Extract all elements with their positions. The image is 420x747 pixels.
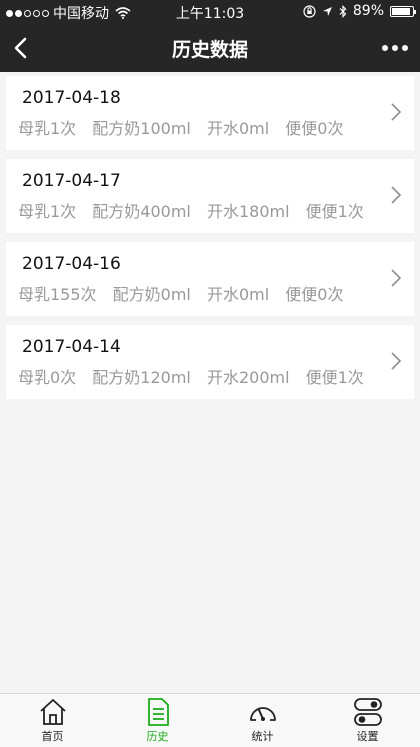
breast-milk-count: 母乳0次 bbox=[18, 368, 77, 387]
document-icon bbox=[147, 698, 169, 726]
breast-milk-count: 母乳1次 bbox=[18, 119, 77, 138]
tab-label: 首页 bbox=[41, 730, 64, 743]
stool-count: 便便0次 bbox=[285, 285, 344, 304]
water-amount: 开水200ml bbox=[206, 368, 290, 387]
tab-settings[interactable]: 设置 bbox=[315, 694, 420, 747]
stool-count: 便便1次 bbox=[305, 202, 364, 221]
record-date: 2017-04-17 bbox=[22, 171, 121, 191]
history-record[interactable]: 2017-04-16 母乳155次 配方奶0ml 开水0ml 便便0次 bbox=[6, 242, 414, 316]
chevron-right-icon bbox=[391, 186, 402, 204]
tab-bar: 首页 历史 统计 设置 bbox=[0, 693, 420, 747]
record-stats: 母乳0次 配方奶120ml 开水200ml 便便1次 bbox=[18, 364, 375, 388]
location-icon bbox=[322, 6, 332, 16]
breast-milk-count: 母乳1次 bbox=[18, 202, 77, 221]
water-amount: 开水180ml bbox=[206, 202, 290, 221]
history-record[interactable]: 2017-04-17 母乳1次 配方奶400ml 开水180ml 便便1次 bbox=[6, 159, 414, 233]
record-date: 2017-04-16 bbox=[22, 254, 121, 274]
home-icon bbox=[39, 699, 66, 725]
water-amount: 开水0ml bbox=[206, 285, 270, 304]
rotation-lock-icon bbox=[303, 4, 316, 18]
record-stats: 母乳1次 配方奶100ml 开水0ml 便便0次 bbox=[18, 115, 354, 139]
chevron-right-icon bbox=[391, 352, 402, 370]
record-date: 2017-04-18 bbox=[22, 88, 121, 108]
battery-percent: 89% bbox=[352, 3, 384, 19]
tab-stats[interactable]: 统计 bbox=[210, 694, 315, 747]
status-bar: 中国移动 上午11:03 89% bbox=[0, 0, 420, 24]
stool-count: 便便1次 bbox=[305, 368, 364, 387]
bluetooth-icon bbox=[339, 4, 347, 18]
tab-label: 设置 bbox=[356, 730, 379, 743]
tab-home[interactable]: 首页 bbox=[0, 694, 105, 747]
status-right: 89% bbox=[303, 3, 416, 19]
formula-amount: 配方奶400ml bbox=[92, 202, 191, 221]
formula-amount: 配方奶0ml bbox=[112, 285, 191, 304]
chevron-right-icon bbox=[391, 103, 402, 121]
nav-bar: 历史数据 bbox=[0, 24, 420, 72]
more-icon[interactable] bbox=[380, 38, 410, 58]
stool-count: 便便0次 bbox=[285, 119, 344, 138]
tab-label: 统计 bbox=[251, 730, 274, 743]
record-stats: 母乳155次 配方奶0ml 开水0ml 便便0次 bbox=[18, 281, 354, 305]
chevron-right-icon bbox=[391, 269, 402, 287]
battery-icon bbox=[390, 5, 416, 17]
toggle-icon bbox=[353, 698, 382, 726]
formula-amount: 配方奶120ml bbox=[92, 368, 191, 387]
history-record[interactable]: 2017-04-14 母乳0次 配方奶120ml 开水200ml 便便1次 bbox=[6, 325, 414, 399]
history-list: 2017-04-18 母乳1次 配方奶100ml 开水0ml 便便0次 2017… bbox=[6, 76, 414, 408]
page-title: 历史数据 bbox=[171, 39, 248, 61]
battery-level bbox=[392, 7, 410, 15]
tab-history[interactable]: 历史 bbox=[105, 694, 210, 747]
water-amount: 开水0ml bbox=[206, 119, 270, 138]
tab-label: 历史 bbox=[146, 730, 169, 743]
gauge-icon bbox=[249, 707, 276, 721]
record-date: 2017-04-14 bbox=[22, 337, 121, 357]
history-record[interactable]: 2017-04-18 母乳1次 配方奶100ml 开水0ml 便便0次 bbox=[6, 76, 414, 150]
formula-amount: 配方奶100ml bbox=[92, 119, 191, 138]
breast-milk-count: 母乳155次 bbox=[18, 285, 97, 304]
record-stats: 母乳1次 配方奶400ml 开水180ml 便便1次 bbox=[18, 198, 375, 222]
